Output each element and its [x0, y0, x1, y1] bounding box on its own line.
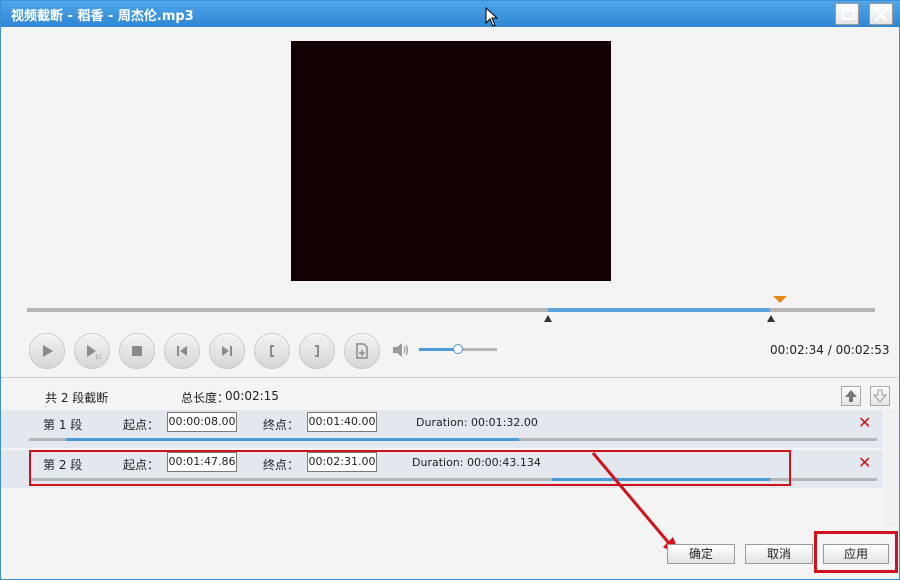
timeline-track[interactable]	[27, 308, 875, 312]
close-button[interactable]	[869, 3, 893, 25]
selection-end-marker[interactable]	[767, 315, 775, 322]
set-start-button[interactable]	[254, 333, 290, 369]
arrow-up-icon	[845, 390, 857, 402]
start-time-field[interactable]: 00:00:08.00	[167, 412, 237, 432]
stop-icon	[132, 346, 142, 356]
total-length-value: 00:02:15	[225, 389, 279, 403]
add-segment-button[interactable]	[344, 333, 380, 369]
section-divider	[1, 377, 899, 378]
move-down-button[interactable]	[870, 386, 890, 406]
play-segment-icon: 13	[87, 345, 101, 360]
arrow-down-icon	[872, 389, 888, 403]
volume-knob[interactable]	[453, 344, 463, 354]
segment-label: 第 1 段	[43, 418, 83, 432]
video-preview[interactable]	[291, 41, 611, 281]
duration-text: Duration: 00:01:32.00	[416, 416, 538, 429]
delete-icon[interactable]: ✕	[858, 413, 871, 432]
total-length-label: 总长度：	[181, 391, 230, 405]
set-end-icon	[315, 345, 319, 357]
segment-row[interactable]: 第 1 段 起点： 00:00:08.00 终点： 00:01:40.00 Du…	[1, 410, 883, 448]
timeline-selection	[548, 308, 770, 312]
selection-start-marker[interactable]	[544, 315, 552, 322]
previous-icon	[177, 346, 187, 356]
close-icon	[874, 8, 888, 22]
play-segment-button[interactable]: 13	[74, 333, 110, 369]
set-start-icon	[270, 345, 274, 357]
mouse-cursor-icon	[485, 7, 499, 27]
set-end-button[interactable]	[299, 333, 335, 369]
add-segment-icon	[356, 343, 368, 359]
previous-button[interactable]	[164, 333, 200, 369]
cancel-button[interactable]: 取消	[745, 544, 813, 564]
delete-icon[interactable]: ✕	[858, 453, 871, 472]
playhead-marker[interactable]	[773, 296, 787, 303]
title-bar: 视频截断 - 稻香 - 周杰伦.mp3	[1, 1, 900, 27]
end-time-field[interactable]: 00:01:40.00	[307, 412, 377, 432]
next-icon	[222, 346, 232, 356]
play-icon	[43, 345, 53, 357]
segment-count: 共 2 段截断	[45, 391, 109, 405]
ok-button[interactable]: 确定	[667, 544, 735, 564]
volume-icon[interactable]	[391, 341, 411, 359]
next-button[interactable]	[209, 333, 245, 369]
play-button[interactable]	[29, 333, 65, 369]
start-label: 起点：	[123, 418, 160, 432]
svg-text:13: 13	[95, 354, 101, 360]
window-title: 视频截断 - 稻香 - 周杰伦.mp3	[11, 9, 194, 24]
time-display: 00:02:34 / 00:02:53	[770, 343, 890, 357]
video-cut-window: 视频截断 - 稻香 - 周杰伦.mp3 13 00:02:34 / 00:02:…	[0, 0, 900, 580]
segment-bar	[29, 438, 877, 441]
maximize-button[interactable]	[835, 3, 859, 25]
segment-range	[66, 438, 519, 441]
annotation-highlight-box	[29, 450, 791, 486]
maximize-icon	[842, 9, 855, 20]
move-up-button[interactable]	[841, 386, 861, 406]
segment-list-scrollbar[interactable]	[885, 409, 899, 527]
end-label: 终点：	[263, 418, 300, 432]
stop-button[interactable]	[119, 333, 155, 369]
annotation-highlight-box	[814, 531, 898, 573]
